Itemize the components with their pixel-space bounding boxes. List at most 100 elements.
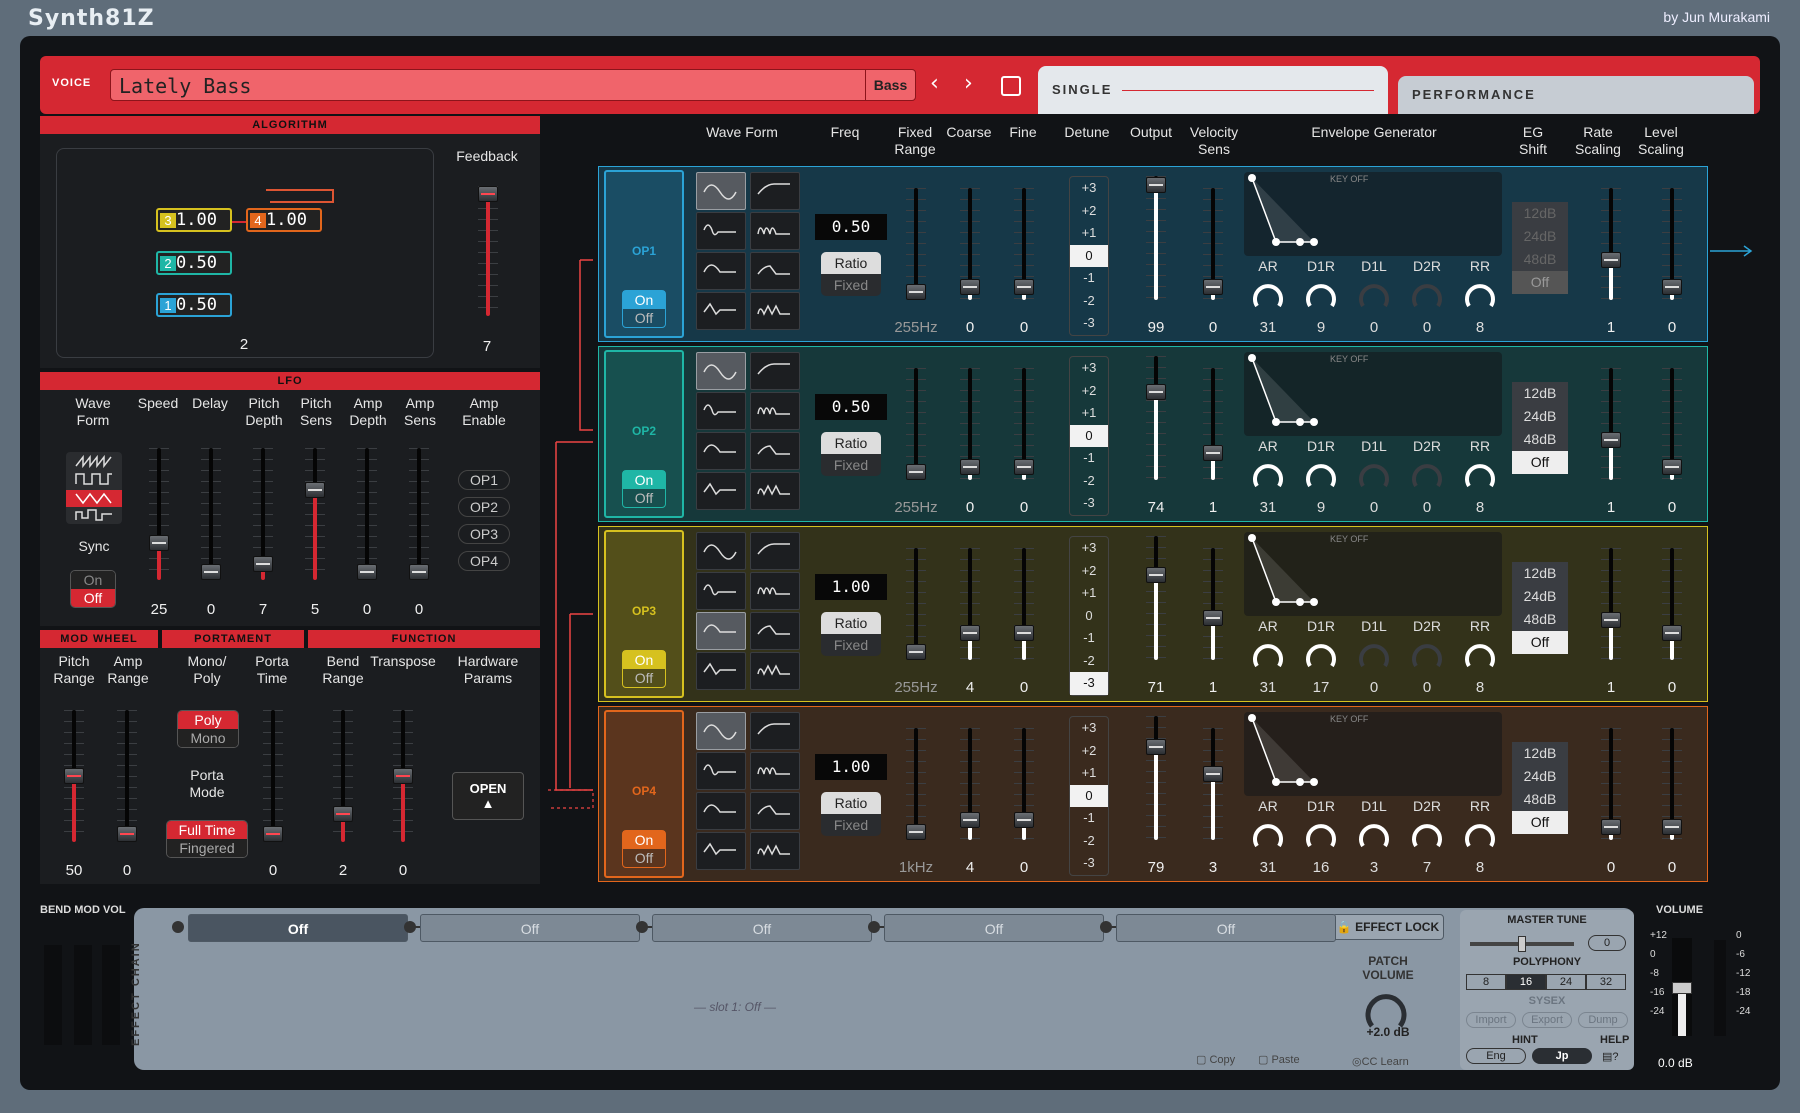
copy-button[interactable]: ▢ Copy [1196,1053,1235,1066]
polyphony-8[interactable]: 8 [1466,974,1506,990]
op2-eg-shift[interactable]: 12dB 24dB 48dB Off [1512,382,1568,474]
op2-waveform-2[interactable] [750,352,800,390]
op2-output-slider[interactable] [1145,356,1167,480]
op3-waveform-2[interactable] [750,532,800,570]
master-tune-value[interactable]: 0 [1588,935,1626,951]
cc-learn-button[interactable]: ◎CC Learn [1352,1055,1409,1068]
fx-slot-2-select[interactable]: Off [420,914,640,942]
fx-slot-3-power[interactable] [636,921,648,933]
op4-coarse-slider[interactable] [959,728,981,840]
hint-jp-button[interactable]: Jp [1532,1048,1592,1064]
op1-eg-knob-2[interactable] [1358,278,1390,310]
op4-ratio-fixed-toggle[interactable]: Ratio Fixed [821,792,881,836]
op4-waveform-7[interactable] [696,832,746,870]
op4-freq-value[interactable]: 1.00 [815,754,887,780]
op4-fixed-range-slider[interactable] [905,728,927,840]
prev-voice-button[interactable]: ‹ [930,71,939,96]
lfo-sync-on[interactable]: On [71,571,115,589]
op4-level-scaling-slider[interactable] [1661,728,1683,840]
operator-1-button[interactable]: OP1 On Off [604,170,684,338]
op3-waveform-4[interactable] [750,572,800,610]
op2-eg-knob-1[interactable] [1305,458,1337,490]
lfo-waveform-selector[interactable] [66,452,122,524]
op4-waveform-6[interactable] [750,792,800,830]
op3-eg-knob-4[interactable] [1464,638,1496,670]
op3-rate-scaling-slider[interactable] [1600,548,1622,660]
fx-slot-5-power[interactable] [1100,921,1112,933]
lfo-slider-0[interactable] [148,448,170,580]
op4-eg-knob-3[interactable] [1411,818,1443,850]
operator-3-button[interactable]: OP3 On Off [604,530,684,698]
lfo-amp-enable-op2[interactable]: OP2 [458,497,510,517]
op1-eg-shift[interactable]: 12dB 24dB 48dB Off [1512,202,1568,294]
feedback-slider[interactable] [477,186,499,316]
op3-level-scaling-slider[interactable] [1661,548,1683,660]
op3-eg-knob-2[interactable] [1358,638,1390,670]
op3-velocity-slider[interactable] [1202,548,1224,660]
op2-waveform-8[interactable] [750,472,800,510]
lfo-slider-3[interactable] [304,448,326,580]
sysex-export-button[interactable]: Export [1522,1012,1572,1028]
op2-eg-knob-2[interactable] [1358,458,1390,490]
op3-eg-shift[interactable]: 12dB 24dB 48dB Off [1512,562,1568,654]
op1-coarse-slider[interactable] [959,188,981,300]
master-tune-slider[interactable] [1470,936,1574,952]
op2-coarse-slider[interactable] [959,368,981,480]
op2-detune-selector[interactable]: +3 +2 +1 0 -1 -2 -3 [1069,356,1109,516]
lfo-slider-1[interactable] [200,448,222,580]
op1-eg-knob-0[interactable] [1252,278,1284,310]
op3-eg-knob-3[interactable] [1411,638,1443,670]
op1-eg-knob-4[interactable] [1464,278,1496,310]
op1-waveform-8[interactable] [750,292,800,330]
op3-waveform-5[interactable] [696,612,746,650]
op2-freq-value[interactable]: 0.50 [815,394,887,420]
op3-detune-selector[interactable]: +3 +2 +1 0 -1 -2 -3 [1069,536,1109,696]
op4-waveform-2[interactable] [750,712,800,750]
op1-fixed-range-slider[interactable] [905,188,927,300]
mono-poly-toggle[interactable]: Poly Mono [177,710,239,748]
fx-slot-4-select[interactable]: Off [884,914,1104,942]
lfo-slider-5[interactable] [408,448,430,580]
help-book-icon[interactable]: ▤? [1602,1050,1619,1063]
op4-waveform-5[interactable] [696,792,746,830]
op4-fine-slider[interactable] [1013,728,1035,840]
op3-fine-slider[interactable] [1013,548,1035,660]
op2-level-scaling-slider[interactable] [1661,368,1683,480]
op1-eg-knob-3[interactable] [1411,278,1443,310]
op1-waveform-2[interactable] [750,172,800,210]
op1-waveform-5[interactable] [696,252,746,290]
porta-mode-toggle[interactable]: Full Time Fingered [166,820,248,858]
op2-eg-knob-4[interactable] [1464,458,1496,490]
lfo-amp-enable-op4[interactable]: OP4 [458,551,510,571]
op4-velocity-slider[interactable] [1202,728,1224,840]
fx-slot-1-power[interactable] [172,921,184,933]
op4-waveform-4[interactable] [750,752,800,790]
fx-slot-5-select[interactable]: Off [1116,914,1336,942]
fx-slot-2-power[interactable] [404,921,416,933]
transpose-slider[interactable] [392,710,414,842]
op3-ratio-fixed-toggle[interactable]: Ratio Fixed [821,612,881,656]
op4-eg-knob-1[interactable] [1305,818,1337,850]
lfo-sync-toggle[interactable]: On Off [70,570,116,608]
mono-option[interactable]: Mono [178,729,238,747]
op4-waveform-8[interactable] [750,832,800,870]
op4-waveform-1[interactable] [696,712,746,750]
op1-level-scaling-slider[interactable] [1661,188,1683,300]
op3-coarse-slider[interactable] [959,548,981,660]
op3-waveform-7[interactable] [696,652,746,690]
op4-envelope-graph[interactable]: KEY OFF [1244,712,1502,796]
paste-button[interactable]: ▢ Paste [1258,1053,1300,1066]
lfo-amp-enable-op3[interactable]: OP3 [458,524,510,544]
op1-waveform-3[interactable] [696,212,746,250]
sysex-import-button[interactable]: Import [1466,1012,1516,1028]
tab-single[interactable]: SINGLE [1038,66,1388,114]
op2-waveform-5[interactable] [696,432,746,470]
poly-option[interactable]: Poly [178,711,238,729]
fx-slot-3-select[interactable]: Off [652,914,872,942]
volume-slider[interactable] [1672,938,1692,1036]
op4-rate-scaling-slider[interactable] [1600,728,1622,840]
op1-freq-value[interactable]: 0.50 [815,214,887,240]
op4-waveform-3[interactable] [696,752,746,790]
op2-waveform-7[interactable] [696,472,746,510]
operator-2-button[interactable]: OP2 On Off [604,350,684,518]
